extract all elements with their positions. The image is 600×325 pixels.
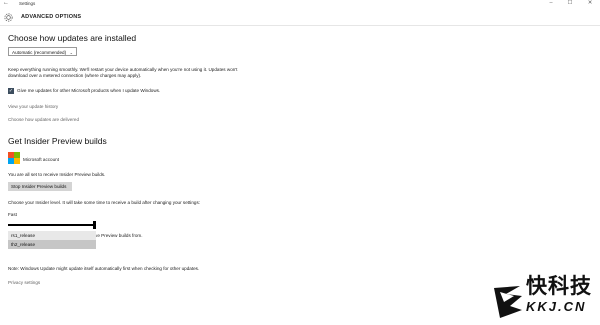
privacy-settings-link[interactable]: Privacy settings [8,280,40,285]
delivery-options-link[interactable]: Choose how updates are delivered [8,117,79,122]
slider-label: Fast [8,212,17,217]
slider-thumb[interactable] [93,221,96,229]
popup-option-th2[interactable]: th2_release [8,240,96,249]
insider-branch-popup: rs1_release th2_release [8,231,96,249]
stop-insider-button[interactable]: Stop Insider Preview builds [8,182,72,191]
page-header: ADVANCED OPTIONS [0,9,600,26]
microsoft-account-label: Microsoft account [23,157,59,162]
updates-heading: Choose how updates are installed [8,33,137,43]
maximize-button[interactable]: ☐ [563,0,577,6]
page-title: ADVANCED OPTIONS [21,14,82,20]
updates-description: Keep everything running smoothly. We'll … [8,67,238,79]
microsoft-logo-icon [8,152,20,164]
update-mode-dropdown[interactable]: Automatic (recommended) ⌄ [8,47,77,56]
close-button[interactable]: ✕ [583,0,597,6]
kkj-cn-text: 快科技 [526,275,592,298]
insider-ready-text: You are all set to receive Insider Previ… [8,172,106,177]
logo-red-square [8,152,14,158]
chevron-down-icon: ⌄ [69,49,73,55]
logo-green-square [14,152,20,158]
window-title: Settings [19,1,36,6]
logo-blue-square [8,158,14,164]
other-products-label: Give me updates for other Microsoft prod… [17,88,161,93]
popup-option-rs1[interactable]: rs1_release [8,231,96,240]
insider-level-text: Choose your Insider level. It will take … [8,200,201,205]
logo-yellow-square [14,158,20,164]
minimize-button[interactable]: – [544,0,558,6]
partial-preview-text: ive Preview builds from. [94,233,143,238]
kkj-watermark-logo: 快科技 KKJ.CN [492,266,600,322]
gear-icon [4,13,13,22]
kkj-url-text: KKJ.CN [526,299,587,314]
other-products-checkbox[interactable]: ✓ [8,88,14,94]
back-arrow-icon[interactable]: ← [3,0,9,6]
windows-update-note: Note: Windows Update might update itself… [8,266,200,271]
insider-level-slider[interactable] [8,221,96,229]
slider-track [8,224,95,226]
update-history-link[interactable]: View your update history [8,104,58,109]
insider-heading: Get Insider Preview builds [8,136,107,146]
title-bar: ← Settings – ☐ ✕ [0,0,600,9]
dropdown-value: Automatic (recommended) [12,49,67,55]
